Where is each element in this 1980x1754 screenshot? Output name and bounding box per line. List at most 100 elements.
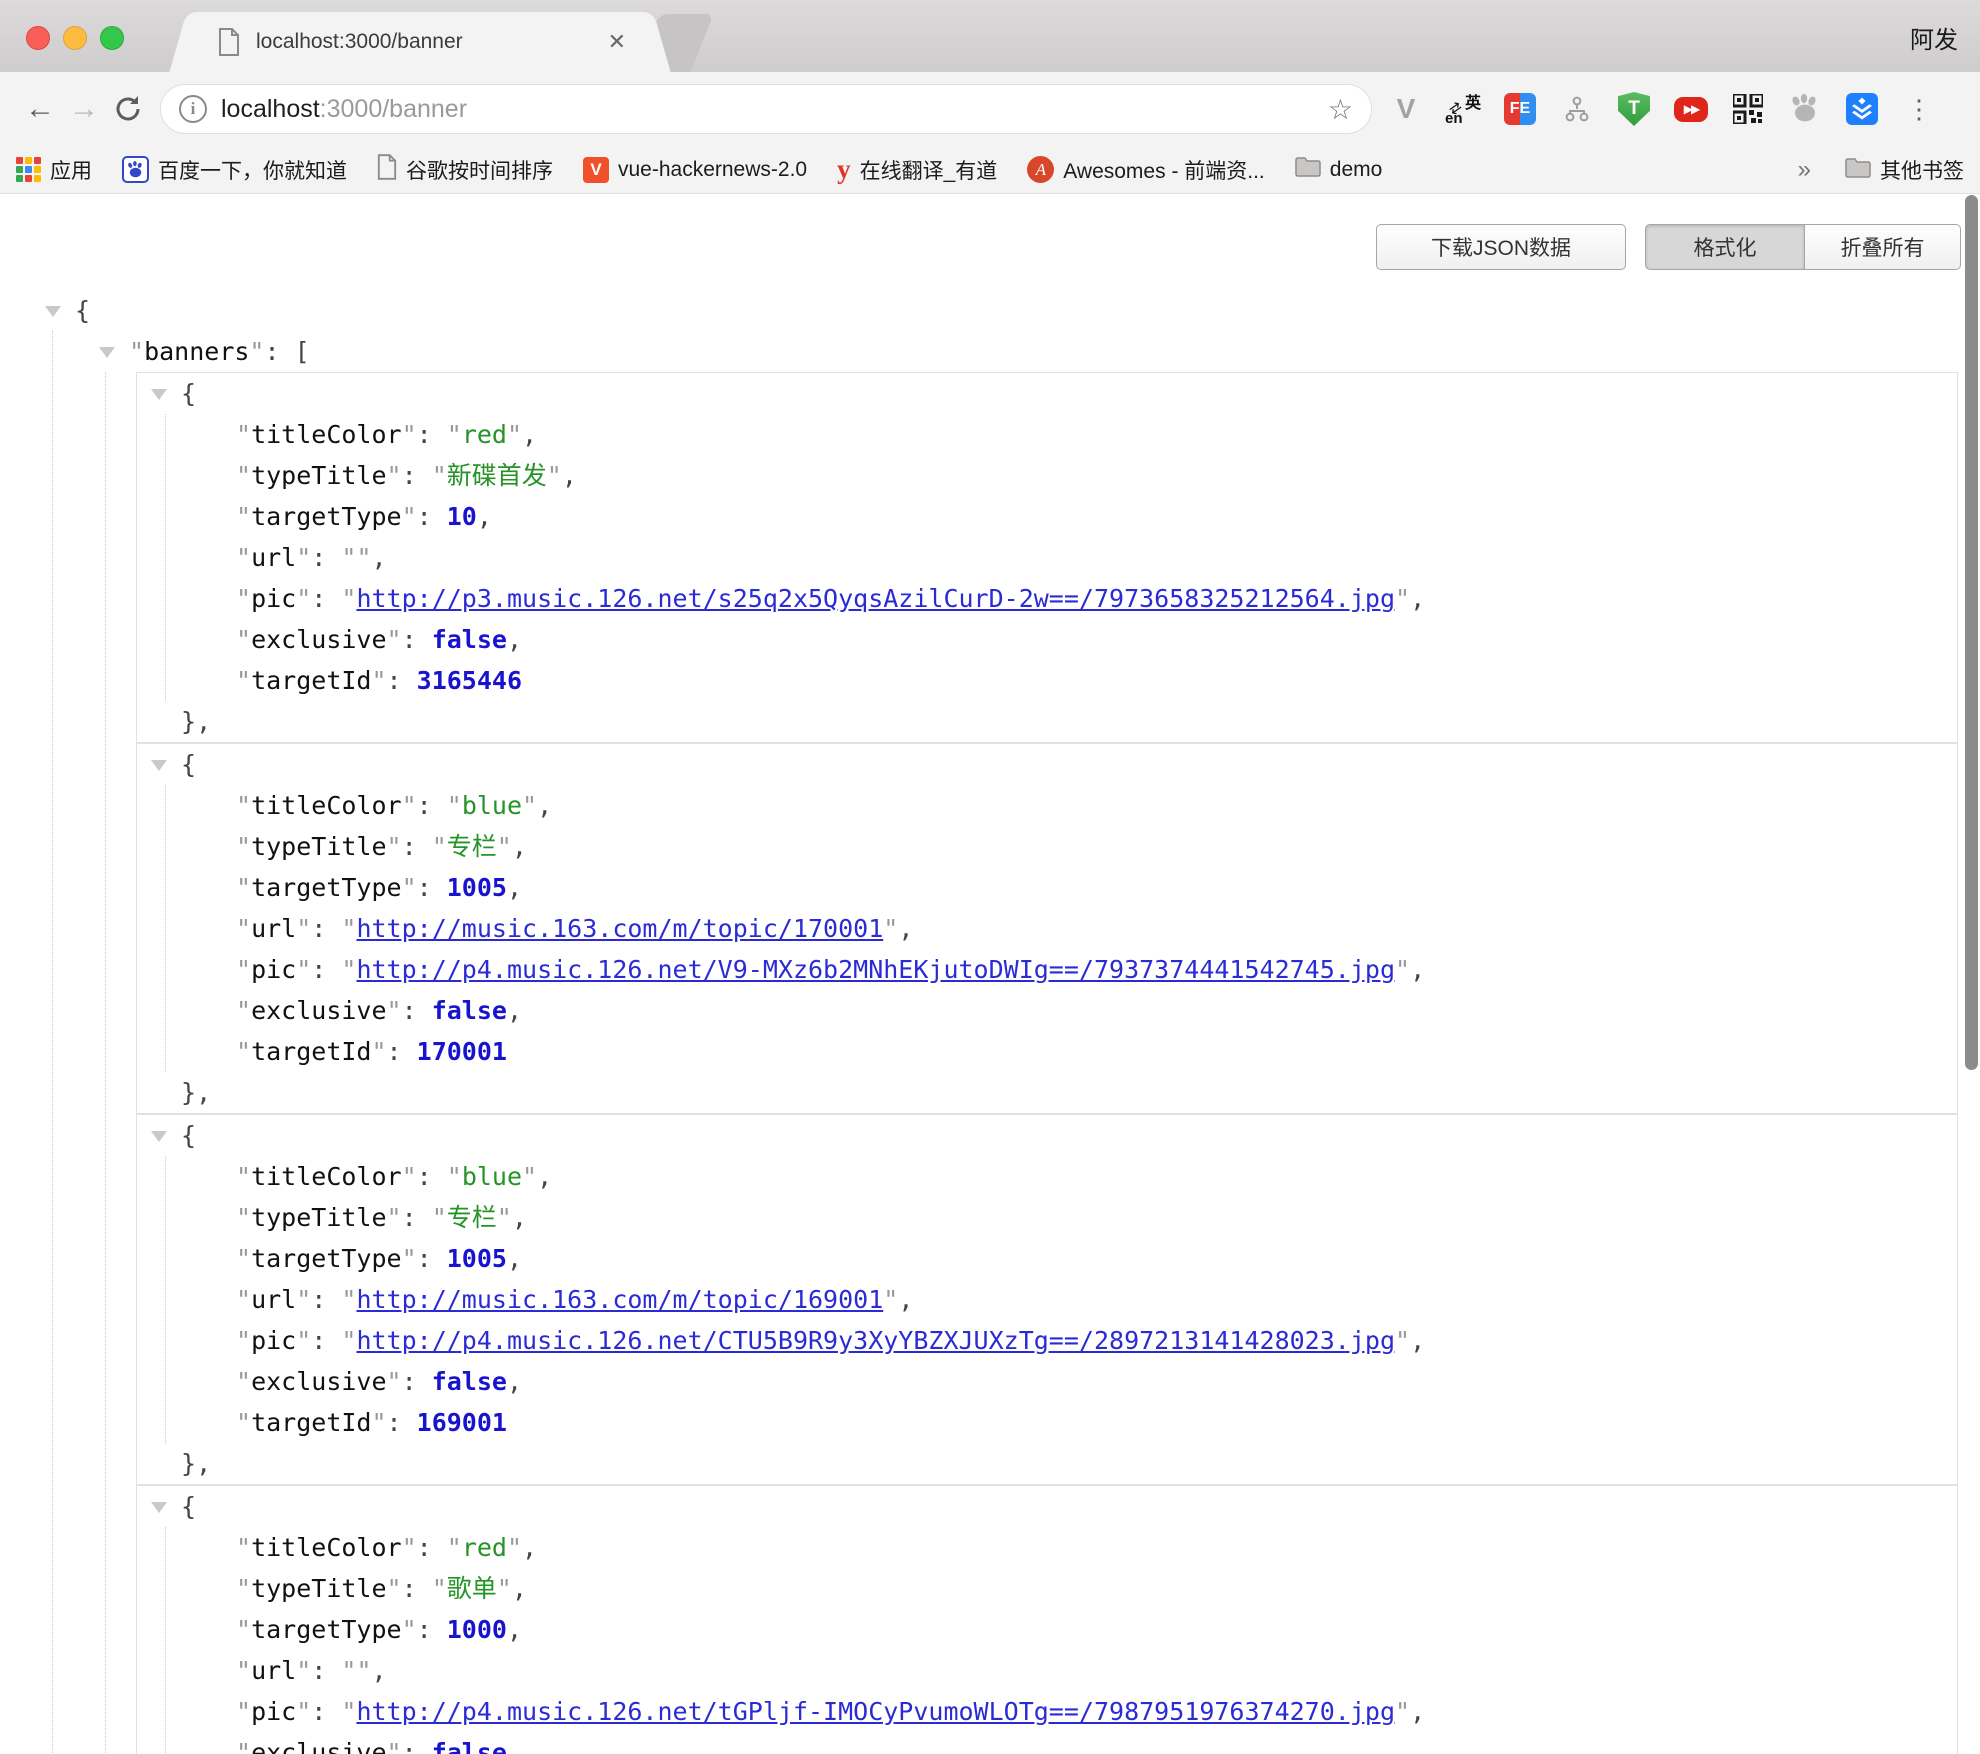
json-key: exclusive: [251, 1738, 386, 1754]
url-path: :3000/banner: [320, 95, 467, 123]
bookmark-demo[interactable]: demo: [1295, 157, 1383, 182]
bookmarks-overflow-chevron[interactable]: »: [1798, 156, 1811, 184]
json-literal-value: 169001: [417, 1408, 507, 1437]
tab-close-icon[interactable]: ✕: [608, 29, 626, 55]
json-property-row: "targetId": 169001: [236, 1402, 1957, 1443]
fast-forward-icon[interactable]: ▶▶: [1673, 91, 1709, 127]
json-literal-value: 1005: [447, 873, 507, 902]
bookmark-star-icon[interactable]: ☆: [1328, 93, 1353, 126]
format-button[interactable]: 格式化: [1645, 224, 1805, 270]
zoom-window-button[interactable]: [100, 26, 124, 50]
translate-icon[interactable]: ⇄ en 英: [1445, 91, 1481, 127]
url-link[interactable]: http://music.163.com/m/topic/170001: [356, 914, 883, 943]
folder-icon: [1295, 157, 1321, 182]
json-property-row: "targetType": 1005,: [236, 867, 1957, 908]
page-icon: [218, 28, 240, 56]
bookmark-google-sort[interactable]: 谷歌按时间排序: [377, 154, 553, 185]
view-mode-button-group: 格式化 折叠所有: [1645, 224, 1961, 270]
bookmark-vue-hackernews[interactable]: V vue-hackernews-2.0: [583, 157, 807, 183]
json-key: pic: [251, 955, 296, 984]
pic-link[interactable]: http://p4.music.126.net/V9-MXz6b2MNhEKju…: [356, 955, 1395, 984]
json-key: targetId: [251, 666, 371, 695]
object-open-row: {: [137, 1115, 1957, 1156]
collapse-triangle-icon[interactable]: [151, 760, 167, 771]
collapse-triangle-icon[interactable]: [151, 1131, 167, 1142]
json-property-row: "pic": "http://p4.music.126.net/CTU5B9R9…: [236, 1320, 1957, 1361]
json-property-row: "exclusive": false,: [236, 1361, 1957, 1402]
json-key: titleColor: [251, 420, 402, 449]
qr-code-icon[interactable]: [1730, 91, 1766, 127]
back-button[interactable]: ←: [18, 87, 62, 131]
url-link[interactable]: http://music.163.com/m/topic/169001: [356, 1285, 883, 1314]
json-string-value: blue: [462, 791, 522, 820]
bookmark-apps[interactable]: 应用: [16, 155, 92, 185]
json-literal-value: false: [432, 1738, 507, 1754]
fe-extension-icon[interactable]: FE: [1502, 91, 1538, 127]
menu-icon[interactable]: ⋮: [1901, 91, 1937, 127]
tampermonkey-icon[interactable]: T: [1616, 91, 1652, 127]
json-property-row: "typeTitle": "专栏",: [236, 826, 1957, 867]
collapse-triangle-icon[interactable]: [151, 389, 167, 400]
pic-link[interactable]: http://p4.music.126.net/CTU5B9R9y3XyYBZX…: [356, 1326, 1395, 1355]
tab-title: localhost:3000/banner: [256, 30, 594, 54]
minimize-window-button[interactable]: [63, 26, 87, 50]
json-key: typeTitle: [251, 832, 386, 861]
collapse-triangle-icon[interactable]: [99, 347, 115, 358]
baidu-paw-icon: [122, 156, 149, 183]
json-literal-value: 170001: [417, 1037, 507, 1066]
forward-button[interactable]: →: [62, 87, 106, 131]
collapse-all-button[interactable]: 折叠所有: [1805, 224, 1961, 270]
json-property-row: "titleColor": "red",: [236, 414, 1957, 455]
vertical-scrollbar[interactable]: [1965, 195, 1978, 1070]
collapse-triangle-icon[interactable]: [45, 306, 61, 317]
pic-link[interactable]: http://p4.music.126.net/tGPljf-IMOCyPvum…: [356, 1697, 1395, 1726]
info-icon[interactable]: i: [179, 95, 207, 123]
page-content: 下载JSON数据 格式化 折叠所有 {"banners": [{"titleCo…: [0, 194, 1980, 1754]
json-property-row: "exclusive": false: [236, 1732, 1957, 1754]
json-string-value: 歌单: [447, 1574, 497, 1603]
juejin-icon[interactable]: [1844, 91, 1880, 127]
traffic-lights: [26, 26, 124, 50]
download-json-button[interactable]: 下载JSON数据: [1376, 224, 1626, 270]
url-text[interactable]: localhost:3000/banner: [221, 95, 1318, 124]
sitemap-icon[interactable]: [1559, 91, 1595, 127]
json-string-value: 新碟首发: [447, 461, 547, 490]
reload-button[interactable]: [106, 87, 150, 131]
json-root-key: banners: [144, 337, 249, 366]
json-property-row: "url": "",: [236, 1650, 1957, 1691]
json-key: targetId: [251, 1037, 371, 1066]
close-window-button[interactable]: [26, 26, 50, 50]
json-literal-value: false: [432, 625, 507, 654]
json-property-row: "exclusive": false,: [236, 990, 1957, 1031]
browser-toolbar: ← → i localhost:3000/banner ☆ V ⇄ en 英 F…: [0, 72, 1980, 146]
address-bar[interactable]: i localhost:3000/banner ☆: [160, 84, 1372, 134]
other-bookmarks[interactable]: 其他书签: [1845, 155, 1964, 185]
paw-icon[interactable]: [1787, 91, 1823, 127]
json-key: targetType: [251, 1615, 402, 1644]
json-property-row: "url": "http://music.163.com/m/topic/170…: [236, 908, 1957, 949]
json-literal-value: 3165446: [417, 666, 522, 695]
json-tree: {"banners": [{"titleColor": "red","typeT…: [45, 290, 1958, 1754]
json-property-row: "exclusive": false,: [236, 619, 1957, 660]
json-string-value: 专栏: [447, 832, 497, 861]
browser-tab[interactable]: localhost:3000/banner ✕: [196, 12, 644, 72]
youdao-icon: y: [837, 154, 851, 185]
object-close-row: },: [137, 1072, 1957, 1113]
bookmark-baidu[interactable]: 百度一下，你就知道: [122, 155, 347, 185]
json-key: exclusive: [251, 625, 386, 654]
object-close-row: },: [137, 701, 1957, 742]
bookmark-awesomes[interactable]: A Awesomes - 前端资...: [1027, 155, 1265, 185]
collapse-triangle-icon[interactable]: [151, 1502, 167, 1513]
pic-link[interactable]: http://p3.music.126.net/s25q2x5QyqsAzilC…: [356, 584, 1395, 613]
vue-devtools-icon[interactable]: V: [1388, 91, 1424, 127]
apps-grid-icon: [16, 157, 41, 182]
json-property-row: "pic": "http://p4.music.126.net/tGPljf-I…: [236, 1691, 1957, 1732]
json-property-row: "targetType": 1000,: [236, 1609, 1957, 1650]
bookmarks-bar: 应用 百度一下，你就知道 谷歌按时间排序 V vue-hackernews-2.…: [0, 146, 1980, 194]
json-property-row: "typeTitle": "新碟首发",: [236, 455, 1957, 496]
json-key: typeTitle: [251, 1203, 386, 1232]
banner-item-3: {"titleColor": "red","typeTitle": "歌单","…: [136, 1485, 1958, 1754]
bookmark-youdao[interactable]: y 在线翻译_有道: [837, 154, 997, 185]
profile-name[interactable]: 阿发: [1910, 20, 1958, 55]
json-literal-value: false: [432, 996, 507, 1025]
